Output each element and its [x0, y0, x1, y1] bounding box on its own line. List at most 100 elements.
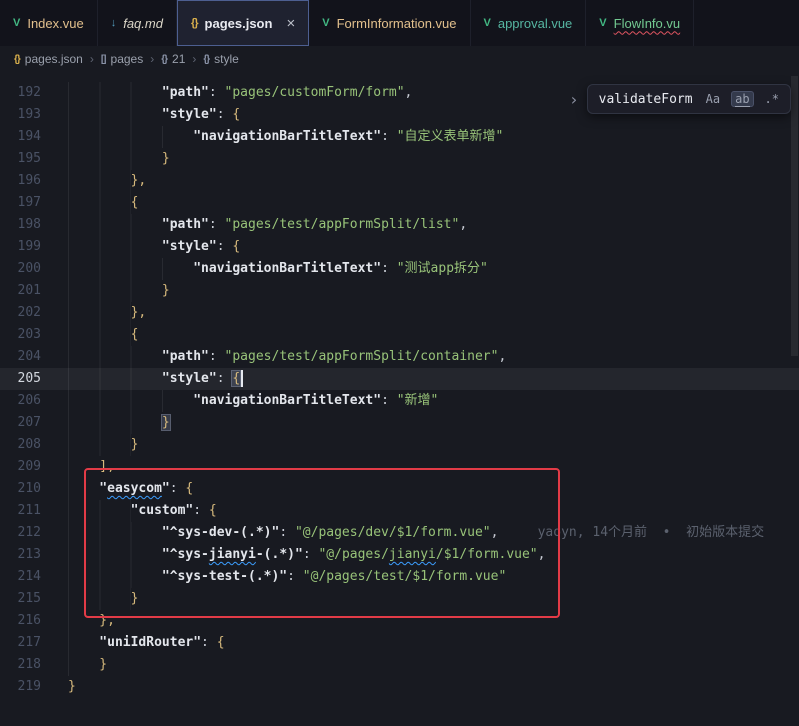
code-line-194[interactable]: 194"navigationBarTitleText": "自定义表单新增"	[0, 126, 799, 148]
find-input-box[interactable]: validateForm Aa ab .*	[587, 84, 791, 114]
line-number[interactable]: 205	[0, 368, 68, 390]
line-number[interactable]: 219	[0, 676, 68, 698]
code-line-217[interactable]: 217"uniIdRouter": {	[0, 632, 799, 654]
line-number[interactable]: 210	[0, 478, 68, 500]
line-number[interactable]: 203	[0, 324, 68, 346]
code-line-218[interactable]: 218}	[0, 654, 799, 676]
code-line-205[interactable]: 205"style": {	[0, 368, 799, 390]
close-tab-icon[interactable]: ×	[286, 16, 295, 31]
line-number[interactable]: 199	[0, 236, 68, 258]
code-line-200[interactable]: 200"navigationBarTitleText": "测试app拆分"	[0, 258, 799, 280]
tab-index-vue[interactable]: VIndex.vue	[0, 0, 98, 46]
code-line-203[interactable]: 203{	[0, 324, 799, 346]
code-line-196[interactable]: 196},	[0, 170, 799, 192]
tab-label: FormInformation.vue	[337, 16, 457, 31]
code-line-195[interactable]: 195}	[0, 148, 799, 170]
code-line-197[interactable]: 197{	[0, 192, 799, 214]
code-token: "^sys-test-(.*)"	[162, 569, 287, 584]
breadcrumb-item-style[interactable]: {}style	[203, 52, 238, 66]
indent-guides	[68, 566, 162, 588]
code-token: ,	[498, 349, 506, 364]
code-token: }	[162, 283, 170, 298]
code-token: :	[381, 261, 397, 276]
code-line-198[interactable]: 198"path": "pages/test/appFormSplit/list…	[0, 214, 799, 236]
line-number[interactable]: 214	[0, 566, 68, 588]
code-token: :	[287, 569, 303, 584]
scrollbar-thumb[interactable]	[791, 76, 798, 356]
line-number[interactable]: 207	[0, 412, 68, 434]
code-line-214[interactable]: 214"^sys-test-(.*)": "@/pages/test/$1/fo…	[0, 566, 799, 588]
find-expand-chevron-icon[interactable]: ›	[569, 90, 579, 109]
code-token: :	[217, 239, 233, 254]
code-text: },	[68, 610, 799, 632]
code-lines: 192"path": "pages/customForm/form",193"s…	[0, 72, 799, 698]
tab-flowinfo-vu[interactable]: VFlowInfo.vu	[586, 0, 694, 46]
code-token: ,	[538, 547, 546, 562]
line-number[interactable]: 209	[0, 456, 68, 478]
code-token: "style"	[162, 371, 217, 386]
line-number[interactable]: 192	[0, 82, 68, 104]
scrollbar[interactable]	[789, 72, 799, 726]
find-query-text[interactable]: validateForm	[599, 92, 695, 107]
code-token: "path"	[162, 85, 209, 100]
code-line-208[interactable]: 208}	[0, 434, 799, 456]
code-token: }	[162, 415, 170, 430]
code-line-206[interactable]: 206"navigationBarTitleText": "新增"	[0, 390, 799, 412]
match-case-icon[interactable]: Aa	[706, 92, 720, 106]
line-number[interactable]: 212	[0, 522, 68, 544]
breadcrumb-item-21[interactable]: {}21	[161, 52, 185, 66]
indent-guides	[68, 478, 99, 500]
line-number[interactable]: 200	[0, 258, 68, 280]
code-line-215[interactable]: 215}	[0, 588, 799, 610]
code-line-207[interactable]: 207}	[0, 412, 799, 434]
code-token: ,	[405, 85, 413, 100]
line-number[interactable]: 216	[0, 610, 68, 632]
line-number[interactable]: 195	[0, 148, 68, 170]
code-text: }	[68, 148, 799, 170]
code-token: "pages/test/appFormSplit/container"	[225, 349, 499, 364]
breadcrumb-item-pages[interactable]: []pages	[101, 52, 143, 66]
code-line-216[interactable]: 216},	[0, 610, 799, 632]
line-number[interactable]: 196	[0, 170, 68, 192]
breadcrumb-item-pages-json[interactable]: {}pages.json	[14, 52, 83, 66]
code-line-201[interactable]: 201}	[0, 280, 799, 302]
line-number[interactable]: 198	[0, 214, 68, 236]
code-line-211[interactable]: 211"custom": {	[0, 500, 799, 522]
code-token: :	[209, 217, 225, 232]
line-number[interactable]: 215	[0, 588, 68, 610]
code-line-202[interactable]: 202},	[0, 302, 799, 324]
line-number[interactable]: 206	[0, 390, 68, 412]
code-line-213[interactable]: 213"^sys-jianyi-(.*)": "@/pages/jianyi/$…	[0, 544, 799, 566]
indent-guides	[68, 126, 193, 148]
code-line-212[interactable]: 212"^sys-dev-(.*)": "@/pages/dev/$1/form…	[0, 522, 799, 544]
code-text: }	[68, 434, 799, 456]
indent-guides	[68, 632, 99, 654]
code-line-209[interactable]: 209],	[0, 456, 799, 478]
line-number[interactable]: 193	[0, 104, 68, 126]
line-number[interactable]: 194	[0, 126, 68, 148]
code-line-210[interactable]: 210"easycom": {	[0, 478, 799, 500]
tab-faq-md[interactable]: ↓faq.md	[98, 0, 177, 46]
line-number[interactable]: 208	[0, 434, 68, 456]
line-number[interactable]: 202	[0, 302, 68, 324]
tab-approval-vue[interactable]: Vapproval.vue	[471, 0, 587, 46]
line-number[interactable]: 201	[0, 280, 68, 302]
code-line-219[interactable]: 219}	[0, 676, 799, 698]
line-number[interactable]: 213	[0, 544, 68, 566]
whole-word-icon[interactable]: ab	[731, 91, 753, 107]
line-number[interactable]: 211	[0, 500, 68, 522]
tab-label: approval.vue	[498, 16, 572, 31]
code-line-204[interactable]: 204"path": "pages/test/appFormSplit/cont…	[0, 346, 799, 368]
code-line-199[interactable]: 199"style": {	[0, 236, 799, 258]
tab-pages-json[interactable]: {}pages.json×	[177, 0, 309, 46]
line-number[interactable]: 217	[0, 632, 68, 654]
breadcrumb-separator-icon: ›	[192, 52, 196, 66]
line-number[interactable]: 197	[0, 192, 68, 214]
tab-forminformation-vue[interactable]: VFormInformation.vue	[309, 0, 470, 46]
regex-icon[interactable]: .*	[765, 92, 779, 106]
line-number[interactable]: 218	[0, 654, 68, 676]
code-text: ],	[68, 456, 799, 478]
line-number[interactable]: 204	[0, 346, 68, 368]
code-text: }	[68, 280, 799, 302]
code-text: "^sys-jianyi-(.*)": "@/pages/jianyi/$1/f…	[68, 544, 799, 566]
